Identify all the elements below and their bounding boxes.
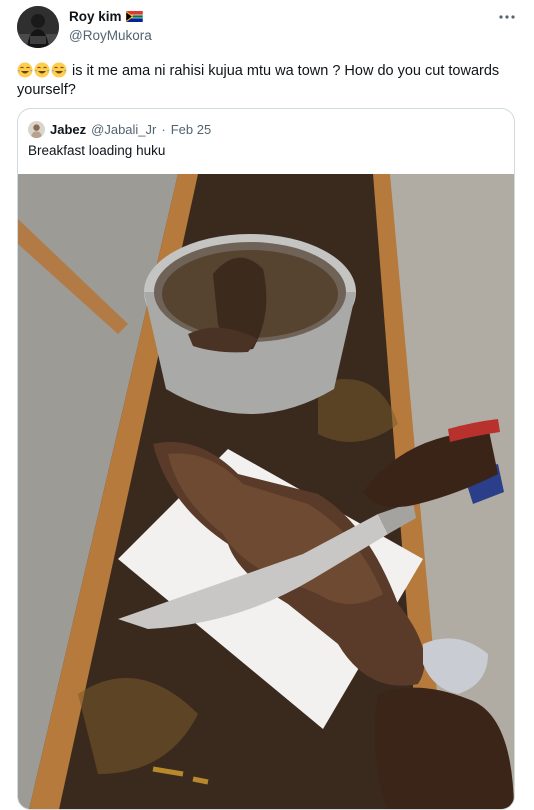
- tweet-text-body: is it me ama ni rahisi kujua mtu wa town…: [17, 63, 500, 98]
- more-options-button[interactable]: [496, 8, 518, 26]
- tweet-card[interactable]: Roy kim @RoyMukora is it me ama ni rahis…: [0, 0, 534, 810]
- quoted-tweet-header: Jabez @Jabali_Jr · Feb 25: [28, 121, 211, 138]
- tweet-text: is it me ama ni rahisi kujua mtu wa town…: [17, 62, 512, 100]
- author-handle[interactable]: @RoyMukora: [69, 28, 152, 43]
- quoted-author-name[interactable]: Jabez: [50, 122, 86, 137]
- author-avatar[interactable]: [17, 6, 59, 48]
- quoted-author-avatar[interactable]: [28, 121, 45, 138]
- meta-separator: ·: [161, 122, 166, 137]
- author-name-row: Roy kim: [69, 9, 143, 24]
- quoted-author-handle[interactable]: @Jabali_Jr: [91, 122, 156, 137]
- south-africa-flag-icon: [125, 11, 143, 22]
- laughing-tears-emoji-icon: [51, 62, 67, 78]
- quoted-tweet[interactable]: Jabez @Jabali_Jr · Feb 25 Breakfast load…: [17, 108, 515, 810]
- quoted-tweet-photo[interactable]: [18, 174, 514, 810]
- author-display-name[interactable]: Roy kim: [69, 9, 122, 24]
- laughing-tears-emoji-icon: [17, 62, 33, 78]
- quoted-tweet-date[interactable]: Feb 25: [171, 122, 211, 137]
- quoted-tweet-text: Breakfast loading huku: [28, 143, 166, 158]
- avatar-image: [17, 6, 59, 48]
- laughing-tears-emoji-icon: [34, 62, 50, 78]
- more-dots-icon: [499, 15, 515, 19]
